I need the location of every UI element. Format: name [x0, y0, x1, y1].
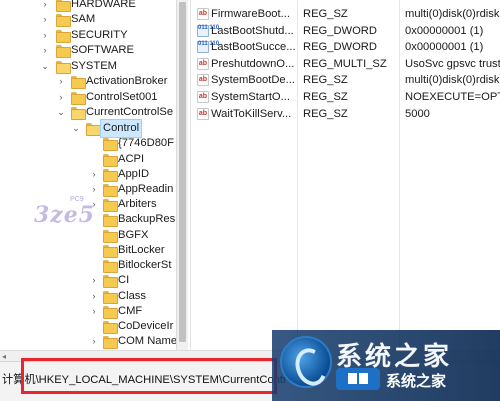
value-type: REG_SZ: [303, 74, 348, 86]
chevron-right-icon[interactable]: ›: [89, 272, 99, 289]
value-data: multi(0)disk(0)rdisk(0): [405, 8, 500, 20]
registry-values-list[interactable]: ab FirmwareBoot... REG_SZ multi(0)disk(0…: [190, 0, 500, 350]
value-data: 0x00000001 (1): [405, 41, 484, 53]
folder-icon: [71, 92, 86, 105]
folder-icon: [103, 321, 118, 334]
chevron-right-icon[interactable]: ›: [40, 42, 50, 59]
folder-icon: [103, 154, 118, 167]
value-data: UsoSvc gpsvc trust: [405, 58, 500, 70]
value-data: NOEXECUTE=OPTI: [405, 91, 500, 103]
value-row[interactable]: ab SystemBootDe... REG_SZ multi(0)disk(0…: [191, 72, 500, 88]
value-row[interactable]: ab WaitToKillServ... REG_SZ 5000: [191, 106, 500, 122]
value-name: LastBootSucce...: [211, 41, 295, 53]
value-row[interactable]: 011 110 LastBootSucce... REG_DWORD 0x000…: [191, 39, 500, 55]
folder-icon: [103, 275, 118, 288]
string-value-icon: ab: [197, 91, 209, 103]
chevron-right-icon[interactable]: ›: [89, 333, 99, 350]
tree-item-label: SAM: [71, 13, 96, 25]
value-name: SystemStartO...: [211, 91, 290, 103]
folder-open-icon: [71, 107, 86, 120]
folder-icon: [103, 306, 118, 319]
string-value-icon: ab: [197, 108, 209, 120]
value-row[interactable]: ab PreshutdownO... REG_MULTI_SZ UsoSvc g…: [191, 56, 500, 72]
logo-emblem-icon: [280, 336, 332, 388]
value-type: REG_SZ: [303, 108, 348, 120]
chevron-right-icon[interactable]: ›: [89, 303, 99, 320]
string-value-icon: ab: [197, 58, 209, 70]
value-row[interactable]: 011 110 LastBootShutd... REG_DWORD 0x000…: [191, 23, 500, 39]
chevron-down-icon[interactable]: ⌄: [56, 104, 66, 121]
value-data: multi(0)disk(0)rdisk: [405, 74, 500, 86]
value-row[interactable]: ab SystemStartO... REG_SZ NOEXECUTE=OPTI: [191, 89, 500, 105]
tree-vertical-scrollbar[interactable]: [176, 0, 188, 350]
tree-item-label: CI: [118, 274, 130, 286]
value-data: 5000: [405, 108, 430, 120]
value-name: PreshutdownO...: [211, 58, 295, 70]
value-type: REG_DWORD: [303, 41, 377, 53]
folder-icon: [103, 336, 118, 349]
value-data: 0x00000001 (1): [405, 25, 484, 37]
tree-item-label: {7746D80F: [118, 137, 174, 149]
highlight-annotation: [21, 358, 277, 394]
value-type: REG_DWORD: [303, 25, 377, 37]
registry-key-tree[interactable]: › HARDWARE › SAM › SECURITY › SOFTWARE ⌄…: [0, 0, 176, 350]
chevron-right-icon[interactable]: ›: [40, 11, 50, 28]
folder-icon: [103, 169, 118, 182]
value-type: REG_SZ: [303, 91, 348, 103]
folder-open-icon: [86, 123, 101, 136]
value-name: LastBootShutd...: [211, 25, 294, 37]
scrollbar-thumb[interactable]: [179, 2, 186, 342]
folder-icon: [56, 30, 71, 43]
folder-icon: [103, 184, 118, 197]
folder-icon: [56, 0, 71, 12]
value-name: SystemBootDe...: [211, 74, 295, 86]
folder-open-icon: [56, 61, 71, 74]
dword-value-icon: 011 110: [197, 25, 219, 37]
folder-icon: [103, 245, 118, 258]
value-name: WaitToKillServ...: [211, 108, 292, 120]
folder-icon: [56, 14, 71, 27]
value-type: REG_SZ: [303, 8, 348, 20]
value-type: REG_MULTI_SZ: [303, 58, 387, 70]
value-name: FirmwareBoot...: [211, 8, 290, 20]
tree-item-label: ActivationBroker: [86, 75, 168, 87]
folder-icon: [103, 138, 118, 151]
tree-item-label: SOFTWARE: [71, 44, 134, 56]
chevron-down-icon[interactable]: ⌄: [40, 58, 50, 75]
dword-value-icon: 011 110: [197, 41, 219, 53]
tree-item-label: COM Name: [118, 335, 176, 347]
chevron-right-icon[interactable]: ›: [56, 73, 66, 90]
string-value-icon: ab: [197, 74, 209, 86]
logo-badge-icon: [336, 368, 380, 390]
folder-icon: [56, 45, 71, 58]
folder-icon: [71, 76, 86, 89]
site-logo-watermark: 系统之家 系统之家: [272, 330, 500, 401]
folder-icon: [103, 260, 118, 273]
watermark-stamp: PC9 3ze5: [34, 196, 144, 232]
string-value-icon: ab: [197, 8, 209, 20]
tree-item-label: CurrentControlSe: [86, 106, 174, 118]
chevron-down-icon[interactable]: ⌄: [71, 120, 81, 137]
watermark-stamp-text: 3ze5: [34, 202, 96, 228]
folder-icon: [103, 291, 118, 304]
value-row[interactable]: ab FirmwareBoot... REG_SZ multi(0)disk(0…: [191, 6, 500, 22]
logo-text: 系统之家: [386, 372, 447, 390]
